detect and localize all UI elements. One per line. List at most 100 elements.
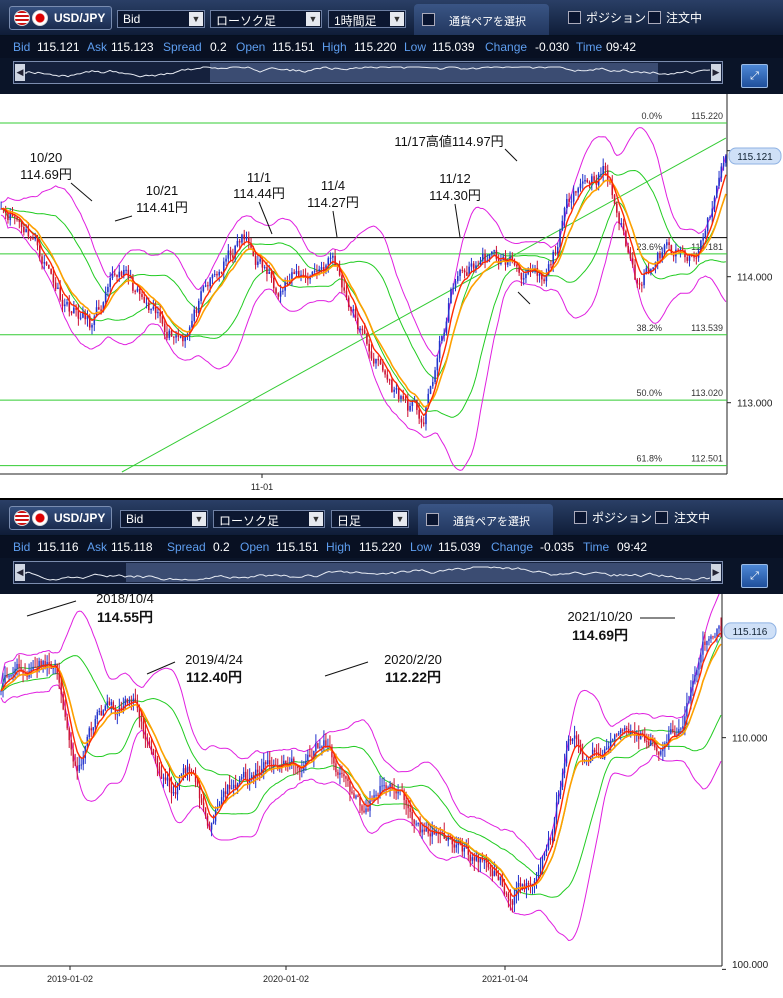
candle-body — [7, 212, 9, 221]
candle-body — [586, 179, 589, 183]
annotation-arrow — [26, 600, 77, 617]
candle-body — [505, 893, 508, 895]
candle-body — [136, 288, 139, 292]
currency-pair-button[interactable]: USD/JPY — [9, 506, 112, 530]
candle-body — [450, 289, 452, 304]
candle-body — [320, 267, 323, 270]
select-pair-checkbox[interactable] — [422, 13, 435, 26]
candle-body — [244, 771, 247, 780]
candle-body — [431, 382, 434, 387]
candle-body — [96, 712, 98, 719]
currency-pair-button[interactable]: USD/JPY — [9, 6, 112, 30]
current-price-label: 115.116 — [733, 627, 768, 638]
candle-body — [543, 279, 545, 282]
candle-body — [550, 264, 552, 266]
chart-type-select[interactable]: ローソク足 ▼ — [210, 10, 322, 28]
timeframe-value: 日足 — [337, 514, 362, 528]
order-checkbox[interactable] — [655, 511, 668, 524]
candle-body — [659, 252, 661, 259]
timeframe-select[interactable]: 1時間足 ▼ — [328, 10, 406, 28]
candle-body — [343, 287, 345, 291]
candle-body — [720, 166, 723, 178]
chart-navigator: ◀ ▶ ⤢ — [0, 58, 783, 94]
chevron-down-icon: ▼ — [192, 512, 206, 526]
annotation-price: 114.41円 — [136, 200, 188, 215]
price-chart[interactable]: 0.0% 115.220 23.6% 114.181 38.2% 113.539 50.0%… — [0, 94, 783, 498]
candle-body — [471, 857, 474, 861]
open-value: 115.151 — [276, 540, 319, 554]
candle-body — [216, 274, 218, 276]
candle-body — [9, 213, 12, 221]
candle-body — [134, 698, 137, 702]
candle-body — [361, 805, 363, 811]
expand-icon[interactable]: ⤢ — [741, 64, 768, 88]
select-pair-tab[interactable]: 通貨ペアを選択 — [414, 4, 549, 35]
price-type-value: Bid — [123, 12, 141, 26]
candle-body — [368, 343, 370, 352]
candle-body — [527, 883, 530, 885]
candle-body — [497, 874, 500, 881]
candle-body — [184, 336, 186, 342]
candle-body — [622, 223, 625, 231]
candle-body — [694, 675, 696, 682]
hourly-chart-panel: USD/JPY Bid ▼ ローソク足 ▼ 1時間足 ▼ 通貨ペアを選択 ポジション … — [0, 0, 783, 498]
y-tick-label: 110.000 — [732, 734, 768, 745]
candle-body — [489, 867, 492, 869]
candle-body — [335, 763, 337, 773]
candle-body — [100, 710, 102, 716]
candle-body — [484, 253, 486, 262]
navigator-scrollbar[interactable]: ◀ ▶ — [13, 61, 723, 84]
candle-body — [92, 727, 94, 731]
fibo-price-label: 112.501 — [691, 454, 723, 464]
candle-body — [347, 778, 349, 781]
candle-body — [309, 754, 311, 757]
price-chart[interactable]: 110.000 100.000 2019-01-02 2020-01-02 2021-0… — [0, 594, 783, 998]
moving-average-fast — [0, 632, 722, 897]
candle-body — [143, 296, 146, 303]
candle-body — [463, 270, 466, 273]
candle-body — [431, 831, 433, 837]
annotation-price: 114.55円 — [97, 609, 153, 625]
candle-body — [375, 794, 377, 796]
candle-body — [254, 256, 257, 265]
candle-body — [200, 291, 202, 301]
candle-body — [25, 229, 27, 233]
position-checkbox[interactable] — [568, 11, 581, 24]
candle-body — [466, 272, 468, 276]
candle-body — [66, 716, 68, 729]
candle-body — [353, 793, 355, 799]
candle-body — [184, 768, 187, 773]
candle-body — [499, 877, 502, 881]
select-pair-checkbox[interactable] — [426, 513, 439, 526]
candle-body — [162, 777, 165, 779]
candle-body — [521, 884, 524, 887]
candle-body — [104, 705, 106, 711]
price-type-select[interactable]: Bid ▼ — [120, 510, 208, 528]
candle-body — [236, 240, 239, 246]
candle-body — [347, 297, 350, 308]
candle-body — [725, 156, 727, 163]
chart-type-select[interactable]: ローソク足 ▼ — [213, 510, 325, 528]
candle-body — [388, 379, 391, 381]
expand-icon[interactable]: ⤢ — [741, 564, 768, 588]
candle-body — [713, 197, 716, 209]
scroll-right-icon[interactable]: ▶ — [711, 64, 721, 81]
scroll-right-icon[interactable]: ▶ — [711, 564, 721, 581]
candle-body — [561, 220, 564, 231]
candle-body — [624, 727, 626, 731]
order-label: 注文中 — [666, 11, 703, 25]
navigator-scrollbar[interactable]: ◀ ▶ — [13, 561, 723, 584]
candle-body — [695, 257, 698, 259]
candle-body — [275, 288, 277, 294]
open-value: 115.151 — [272, 40, 315, 54]
position-checkbox[interactable] — [574, 511, 587, 524]
candle-body — [156, 758, 159, 767]
order-checkbox[interactable] — [648, 11, 661, 24]
candle-body — [332, 255, 334, 258]
position-label: ポジション — [592, 511, 653, 525]
select-pair-tab[interactable]: 通貨ペアを選択 — [418, 504, 553, 535]
timeframe-select[interactable]: 日足 ▼ — [331, 510, 409, 528]
price-type-select[interactable]: Bid ▼ — [117, 10, 205, 28]
candle-body — [16, 663, 18, 669]
candle-body — [34, 666, 36, 668]
